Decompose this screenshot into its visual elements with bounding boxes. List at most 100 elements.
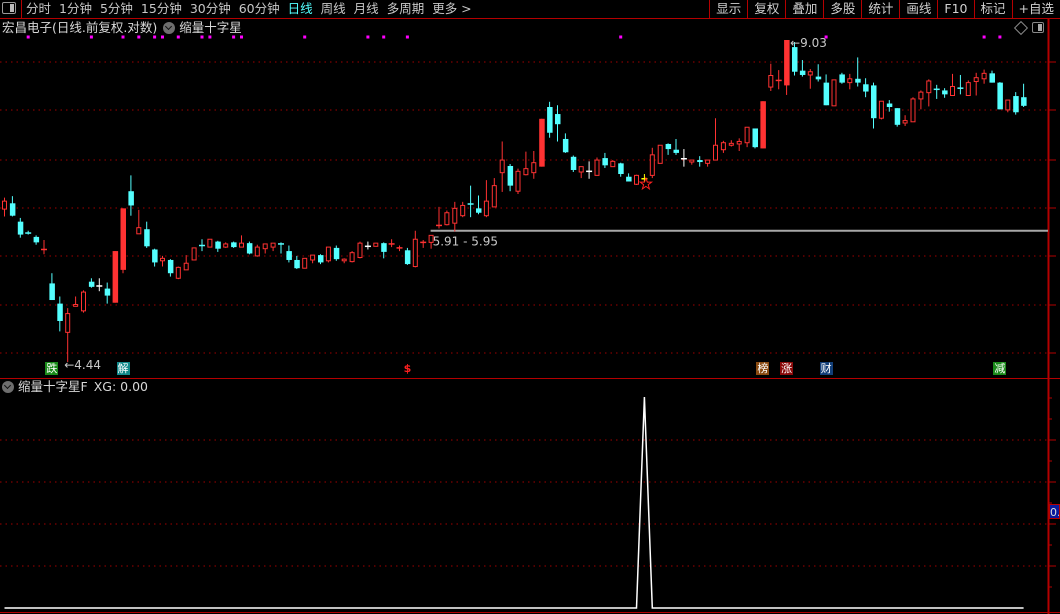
event-badge[interactable]: 解	[116, 362, 130, 375]
candle-body-down	[997, 82, 1003, 110]
candle	[728, 140, 734, 147]
candle	[491, 178, 497, 208]
event-badge[interactable]: 涨	[780, 362, 794, 375]
candle-body-limit-up	[784, 40, 790, 86]
signal-marker-dot	[26, 35, 30, 39]
candle	[476, 195, 482, 215]
candle	[364, 241, 371, 250]
candle-body-down	[33, 236, 40, 243]
candle	[96, 278, 103, 292]
candle-body-limit-up	[120, 208, 126, 270]
candle	[910, 97, 916, 123]
candle-body-up	[744, 126, 750, 144]
candle	[302, 257, 308, 269]
candle	[357, 241, 363, 259]
candle-body-down	[942, 90, 948, 95]
candle-body-up	[610, 160, 616, 168]
candle-body-down	[871, 85, 877, 119]
candle-body-up	[175, 266, 181, 279]
candle-body-up	[878, 100, 884, 119]
candle	[507, 164, 514, 192]
candle-body-down	[286, 251, 292, 260]
candle-body-up	[705, 159, 711, 164]
candle-body-down	[381, 243, 387, 252]
candle-body-up	[649, 154, 655, 176]
candle	[460, 201, 466, 218]
candle	[349, 251, 355, 263]
candle-body-up	[302, 257, 308, 269]
candle	[412, 230, 418, 268]
candle	[997, 82, 1003, 110]
candle-body-up	[310, 254, 316, 261]
event-badge[interactable]: $	[401, 362, 414, 375]
candle	[950, 73, 955, 97]
event-badge[interactable]: 减	[993, 362, 1007, 375]
candle-body-down	[144, 229, 150, 247]
candle	[239, 235, 244, 248]
candle	[973, 72, 979, 96]
sub-indicator-name[interactable]: 缩量十字星F	[18, 379, 88, 395]
candle	[17, 217, 24, 238]
candle	[610, 160, 616, 168]
candle-body-up	[728, 142, 734, 146]
candle-body-up	[81, 291, 86, 312]
candle	[855, 57, 861, 87]
candle	[396, 245, 403, 252]
candle	[254, 244, 260, 257]
event-badge[interactable]: 财	[819, 362, 833, 375]
event-badge[interactable]: 跌	[45, 362, 59, 375]
candle-body-down	[626, 176, 632, 182]
candle	[436, 206, 442, 229]
candle-body-up	[73, 304, 79, 307]
candle	[112, 251, 119, 303]
candle-body-down	[618, 163, 624, 175]
candle	[65, 308, 71, 362]
candle	[483, 180, 489, 218]
candle	[278, 242, 284, 254]
candle	[752, 128, 758, 149]
candle	[531, 150, 537, 179]
candle	[768, 63, 774, 91]
price-chart[interactable]: 5.91 - 5.95 ←9.03 ←4.44	[0, 0, 1060, 614]
candle-body-down	[57, 303, 63, 322]
signal-marker-dot	[998, 35, 1002, 39]
candle	[73, 296, 79, 307]
star-icon	[638, 176, 654, 191]
candle-body-up	[531, 162, 537, 174]
candle-body-down	[799, 70, 806, 75]
candle	[136, 209, 142, 235]
candle	[902, 115, 908, 127]
candle	[539, 118, 545, 167]
candle	[499, 141, 505, 192]
candle	[657, 144, 663, 164]
signal-marker-dot	[232, 35, 236, 39]
candle-body-up	[325, 246, 331, 262]
candle-body-down	[318, 255, 324, 263]
signal-marker-dot	[382, 35, 386, 39]
candle-body-down	[815, 76, 822, 80]
candle	[626, 173, 632, 182]
candle	[523, 151, 529, 176]
candle-body-down	[665, 143, 672, 150]
candle	[294, 255, 300, 270]
candle-body-up	[499, 159, 505, 174]
candle-body-up	[341, 258, 347, 262]
candle	[341, 258, 347, 264]
candle-body-up	[136, 227, 142, 235]
event-badge[interactable]: 榜	[756, 362, 770, 375]
candle-body-up	[428, 234, 434, 243]
candle	[981, 69, 987, 84]
candle-body-down	[49, 283, 55, 301]
candle	[444, 210, 450, 226]
chevron-down-icon[interactable]	[2, 381, 14, 393]
signal-marker-dot	[240, 35, 243, 39]
candle	[634, 174, 639, 185]
candle	[744, 126, 750, 148]
signal-marker-dot	[161, 35, 164, 39]
candle	[965, 80, 971, 97]
candle	[2, 197, 7, 217]
signal-marker-dot	[303, 35, 307, 39]
candle	[310, 254, 316, 264]
candle	[57, 296, 63, 332]
candle	[262, 243, 268, 254]
